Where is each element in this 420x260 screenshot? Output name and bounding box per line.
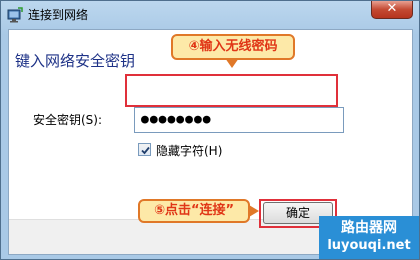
page-title: 键入网络安全密钥 — [15, 52, 136, 70]
step5-callout-pointer — [249, 205, 259, 217]
watermark-name: 路由器网 — [341, 220, 397, 236]
checkmark-icon — [141, 146, 150, 155]
close-button[interactable]: ✕ — [371, 1, 413, 19]
watermark-logo: 路由器网 luyouqi.net — [319, 216, 419, 259]
hide-characters-checkbox[interactable] — [138, 143, 151, 156]
security-key-input[interactable]: ●●●●●●●● — [134, 107, 344, 133]
connect-to-network-window: 连接到网络 ✕ 键入网络安全密钥 安全密钥(S): ●●●●●●●● 隐藏字符(… — [0, 0, 420, 260]
window-title: 连接到网络 — [28, 8, 89, 22]
close-icon: ✕ — [386, 1, 398, 16]
security-key-label: 安全密钥(S): — [33, 113, 103, 127]
watermark-url: luyouqi.net — [327, 238, 411, 253]
title-bar: 连接到网络 ✕ — [1, 1, 419, 29]
step5-callout: ⑤点击“连接” — [138, 199, 250, 223]
network-icon — [7, 7, 23, 23]
hide-characters-label: 隐藏字符(H) — [156, 144, 223, 158]
step4-callout: ④输入无线密码 — [171, 34, 295, 60]
step4-callout-pointer — [225, 58, 239, 68]
